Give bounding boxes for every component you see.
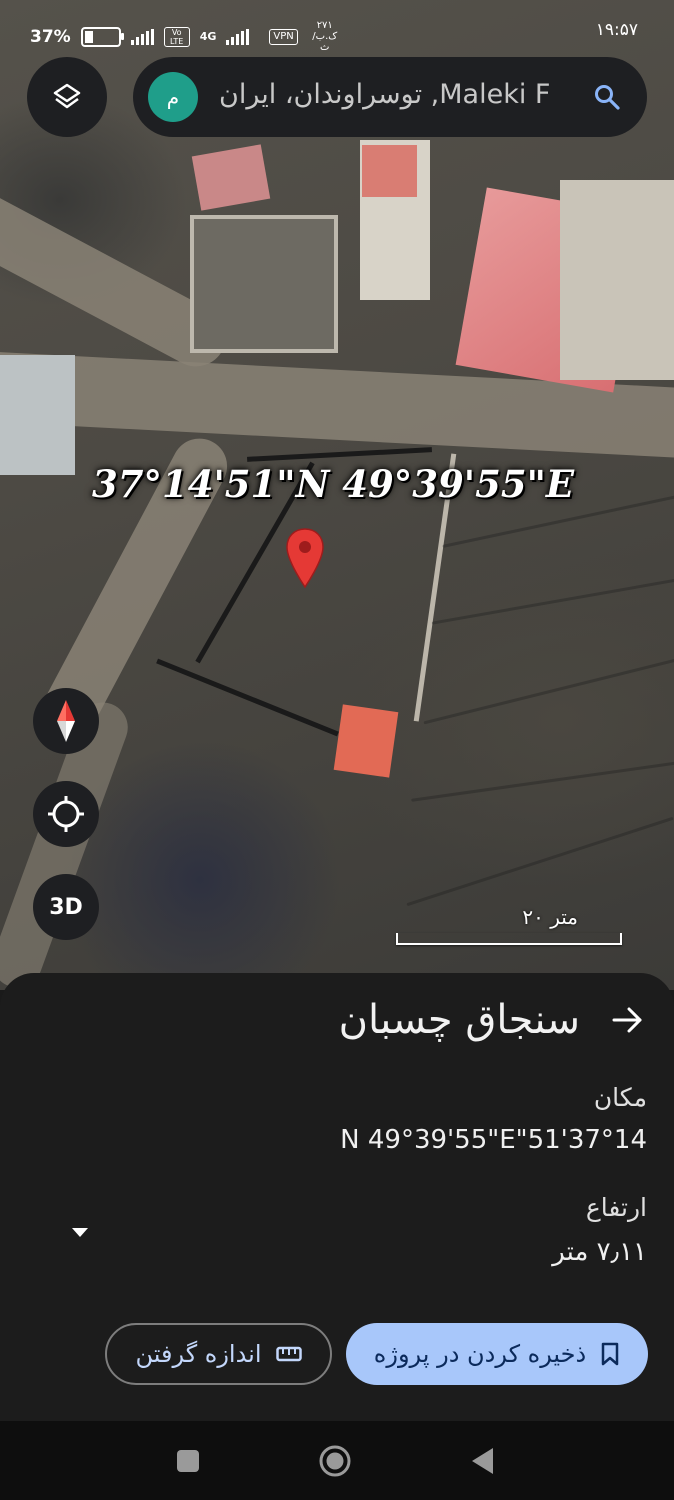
satellite-map[interactable]: 37°14'51"N 49°39'55"E 3D ۲۰ متر (0, 0, 674, 990)
location-label: مکان (593, 1083, 647, 1112)
altitude-value: ۷٫۱۱ متر (552, 1237, 647, 1267)
measure-button[interactable]: اندازه گرفتن (105, 1323, 332, 1385)
signal-icon (130, 28, 154, 45)
navigation-bar (0, 1421, 674, 1500)
scale-label: ۲۰ متر (522, 905, 578, 929)
avatar[interactable]: م (148, 72, 198, 122)
field-furrow (423, 658, 674, 725)
building (190, 215, 338, 353)
building-roof (191, 144, 271, 211)
map-scale: ۲۰ متر (396, 905, 622, 945)
crosshair-icon (48, 796, 84, 832)
compass-button[interactable] (33, 688, 99, 754)
scale-line (396, 933, 622, 945)
3d-toggle-button[interactable]: 3D (33, 874, 99, 940)
field-furrow (411, 761, 674, 802)
location-value: N 49°39'55"E"51'37°14 (340, 1125, 647, 1155)
network-type: 4G (199, 30, 217, 43)
layers-button[interactable] (27, 57, 107, 137)
save-to-project-button[interactable]: ذخیره کردن در پروژه (346, 1323, 648, 1385)
vpn-icon: VPN (269, 28, 298, 45)
pin-details-sheet: سنجاق چسبان مکان N 49°39'55"E"51'37°14 ا… (0, 973, 674, 1421)
dropdown-arrow-icon[interactable] (70, 1225, 90, 1239)
search-bar[interactable]: م Maleki F, توسراوندان، ایران (133, 57, 647, 137)
triangle-back-icon (472, 1448, 493, 1474)
layers-icon (53, 83, 81, 109)
clock: ۱۹:۵۷ (595, 20, 638, 40)
building (560, 180, 674, 380)
status-indicators: 37% Vo LTE 4G VPN ۲۷۱ ک.ب/ث (30, 20, 342, 53)
compass-icon (57, 700, 75, 742)
building (0, 355, 75, 475)
search-input[interactable]: Maleki F, توسراوندان، ایران (219, 79, 561, 115)
circle-icon (319, 1445, 351, 1477)
map-pin-icon[interactable] (285, 527, 325, 589)
coordinates-overlay: 37°14'51"N 49°39'55"E (92, 462, 575, 506)
bookmark-icon (601, 1342, 619, 1366)
battery-icon (80, 26, 124, 47)
status-bar: 37% Vo LTE 4G VPN ۲۷۱ ک.ب/ث ۱۹:۵۷ (0, 0, 674, 58)
plot-wall (156, 658, 339, 737)
my-location-button[interactable] (33, 781, 99, 847)
recents-button[interactable] (170, 1443, 206, 1479)
plot-wall (246, 447, 433, 462)
sheet-title: سنجاق چسبان (338, 997, 580, 1043)
field-furrow (431, 578, 674, 625)
data-speed: ۲۷۱ ک.ب/ث (312, 20, 338, 53)
ruler-icon (275, 1346, 302, 1362)
measure-label: اندازه گرفتن (135, 1340, 262, 1368)
arrow-right-icon[interactable] (610, 1003, 644, 1037)
field-furrow (406, 816, 674, 907)
volte-icon: Vo LTE (163, 26, 190, 47)
signal-icon (226, 28, 250, 45)
battery-percent: 37% (30, 26, 71, 47)
square-icon (177, 1450, 199, 1472)
search-icon[interactable] (593, 83, 621, 111)
building-roof (333, 704, 399, 778)
back-button[interactable] (464, 1443, 500, 1479)
building-roof (362, 145, 417, 197)
save-label: ذخیره کردن در پروژه (373, 1340, 587, 1368)
home-button[interactable] (317, 1443, 353, 1479)
altitude-label: ارتفاع (585, 1193, 647, 1222)
